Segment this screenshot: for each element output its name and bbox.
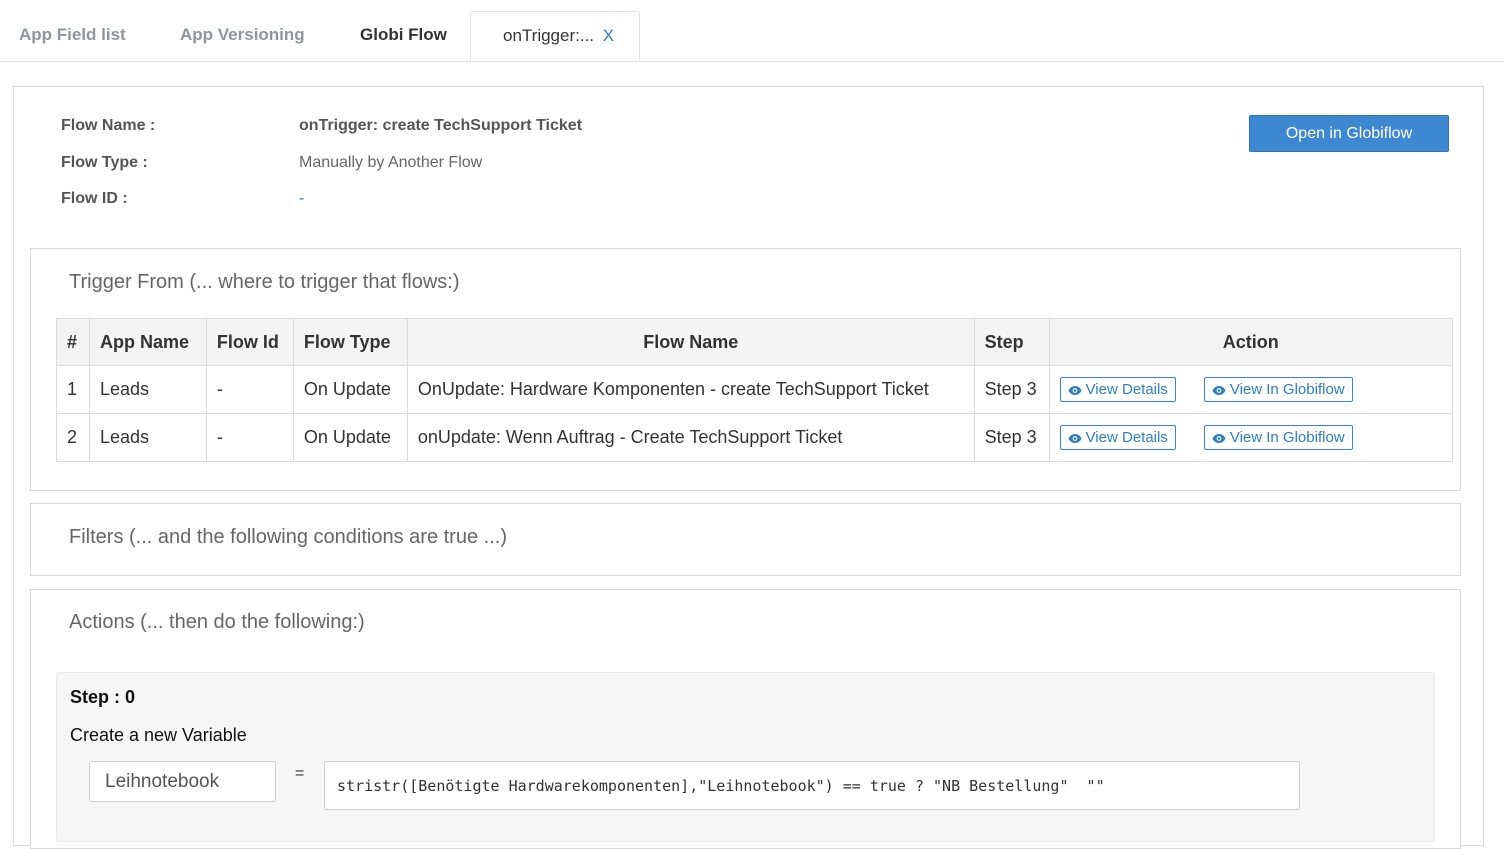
eye-icon: [1068, 386, 1082, 395]
tab-ontrigger-label: onTrigger:...: [503, 26, 595, 45]
col-header-flow-name: Flow Name: [406, 318, 975, 366]
cell-flow-name: OnUpdate: Hardware Komponenten - create …: [406, 365, 975, 414]
col-header-app-name: App Name: [88, 318, 207, 366]
cell-num: 2: [56, 413, 90, 462]
view-in-globiflow-label: View In Globiflow: [1229, 381, 1345, 398]
cell-flow-type: On Update: [292, 365, 408, 414]
table-row: 1 Leads - On Update OnUpdate: Hardware K…: [56, 365, 1454, 414]
open-in-globiflow-button[interactable]: Open in Globiflow: [1249, 115, 1449, 152]
col-header-num: #: [56, 318, 90, 366]
equals-sign: =: [295, 765, 305, 782]
cell-app-name: Leads: [88, 365, 207, 414]
col-header-flow-type: Flow Type: [292, 318, 408, 366]
actions-section: Actions (... then do the following:) Ste…: [30, 589, 1461, 849]
view-in-globiflow-button[interactable]: View In Globiflow: [1203, 425, 1353, 450]
step-description: Create a new Variable: [70, 725, 247, 745]
trigger-section-title: Trigger From (... where to trigger that …: [69, 271, 460, 293]
flow-name-value: onTrigger: create TechSupport Ticket: [299, 117, 583, 134]
flow-name-label: Flow Name :: [61, 117, 156, 134]
view-in-globiflow-button[interactable]: View In Globiflow: [1203, 377, 1353, 402]
tab-app-field-list[interactable]: App Field list: [19, 11, 126, 61]
filters-section: Filters (... and the following condition…: [30, 503, 1461, 576]
eye-icon: [1212, 386, 1226, 395]
flow-id-value: -: [299, 190, 305, 207]
view-details-button[interactable]: View Details: [1059, 425, 1176, 450]
flow-type-value: Manually by Another Flow: [299, 154, 483, 171]
tab-bar: App Field list App Versioning Globi Flow…: [0, 0, 1504, 62]
cell-action: View Details View In Globiflow: [1048, 365, 1454, 414]
tab-app-versioning[interactable]: App Versioning: [180, 11, 305, 61]
flow-type-label: Flow Type :: [61, 154, 148, 171]
cell-app-name: Leads: [88, 413, 207, 462]
expression-input[interactable]: [324, 761, 1300, 810]
step-title: Step : 0: [70, 687, 136, 707]
table-row: 2 Leads - On Update onUpdate: Wenn Auftr…: [56, 413, 1454, 462]
close-tab-icon[interactable]: X: [603, 26, 614, 45]
filters-section-title: Filters (... and the following condition…: [69, 526, 507, 548]
view-details-label: View Details: [1085, 381, 1168, 398]
cell-action: View Details View In Globiflow: [1048, 413, 1454, 462]
cell-flow-name: onUpdate: Wenn Auftrag - Create TechSupp…: [406, 413, 975, 462]
cell-flow-type: On Update: [292, 413, 408, 462]
actions-section-title: Actions (... then do the following:): [69, 611, 365, 633]
cell-step: Step 3: [973, 365, 1050, 414]
cell-step: Step 3: [973, 413, 1050, 462]
col-header-action: Action: [1048, 318, 1454, 366]
cell-flow-id: -: [205, 365, 294, 414]
eye-icon: [1068, 434, 1082, 443]
col-header-flow-id: Flow Id: [205, 318, 294, 366]
table-header-row: # App Name Flow Id Flow Type Flow Name S…: [56, 318, 1454, 366]
variable-name-input[interactable]: [89, 761, 276, 802]
eye-icon: [1212, 434, 1226, 443]
col-header-step: Step: [973, 318, 1050, 366]
view-details-button[interactable]: View Details: [1059, 377, 1176, 402]
trigger-table: # App Name Flow Id Flow Type Flow Name S…: [56, 318, 1454, 462]
view-details-label: View Details: [1085, 429, 1168, 446]
step-box: Step : 0 Create a new Variable =: [56, 672, 1435, 842]
tab-ontrigger[interactable]: onTrigger:... X: [470, 11, 641, 61]
cell-num: 1: [56, 365, 90, 414]
cell-flow-id: -: [205, 413, 294, 462]
view-in-globiflow-label: View In Globiflow: [1229, 429, 1345, 446]
flow-id-label: Flow ID :: [61, 190, 128, 207]
trigger-from-section: Trigger From (... where to trigger that …: [30, 248, 1461, 491]
flow-detail-panel: Flow Name : onTrigger: create TechSuppor…: [13, 86, 1484, 849]
tab-globi-flow[interactable]: Globi Flow: [360, 11, 447, 61]
